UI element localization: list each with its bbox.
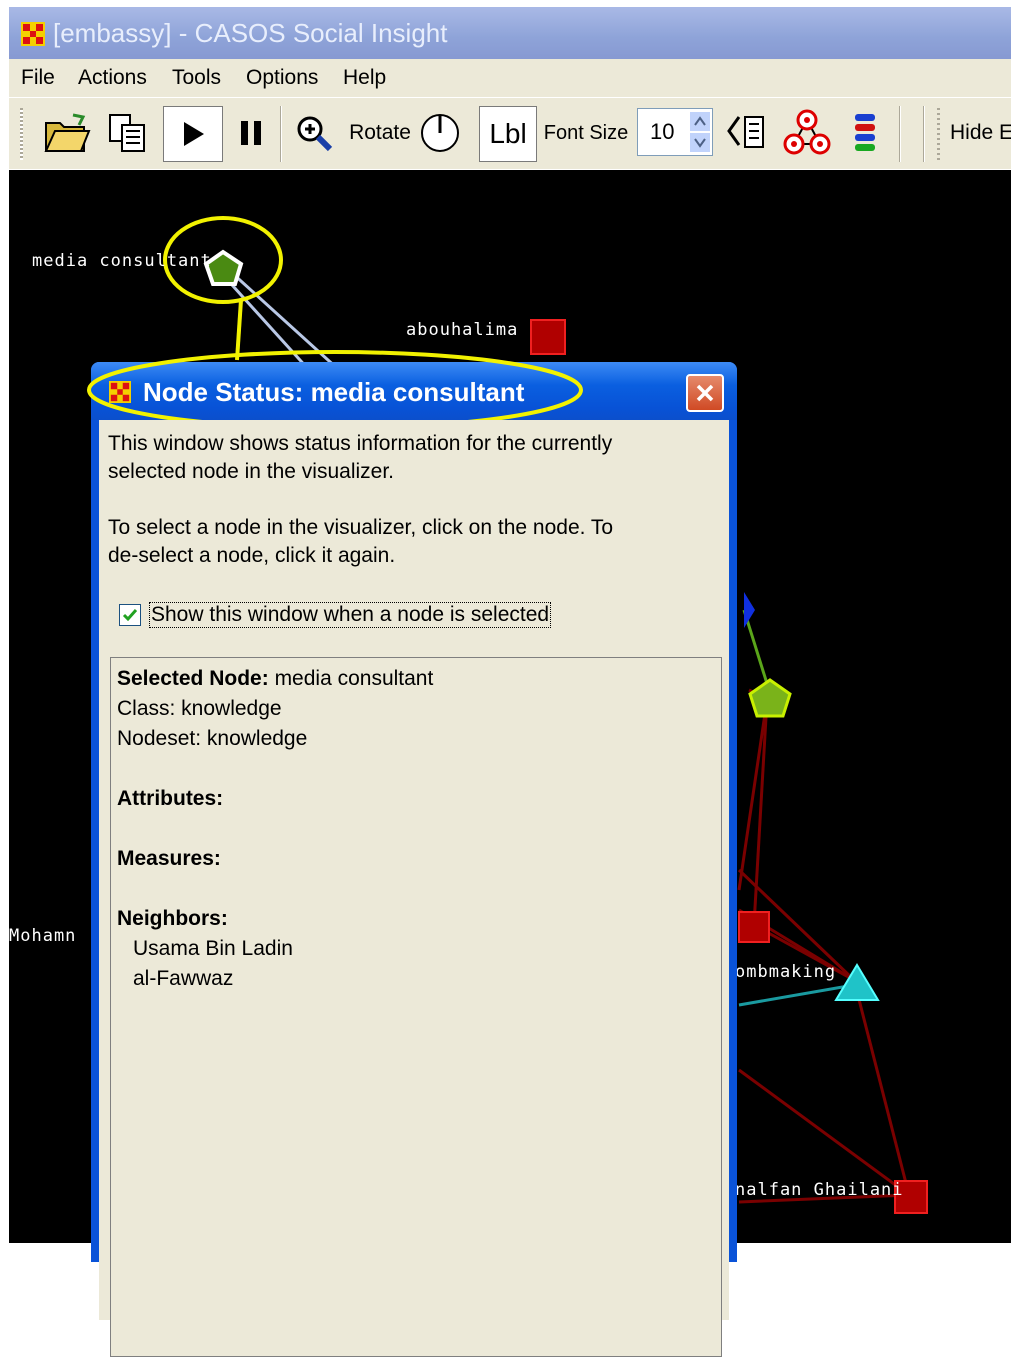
menu-file[interactable]: File bbox=[21, 59, 55, 97]
graph-edge bbox=[742, 609, 771, 691]
zoom-button[interactable] bbox=[290, 104, 338, 162]
open-folder-icon bbox=[44, 113, 91, 152]
checkmark-icon bbox=[122, 609, 138, 622]
node-label-abouhalima: abouhalima bbox=[406, 320, 519, 340]
toolbar-grip[interactable] bbox=[937, 108, 940, 160]
color-legend-icon bbox=[855, 114, 875, 151]
instruction-text: To select a node in the visualizer, clic… bbox=[108, 514, 708, 570]
font-size-spinner[interactable]: 10 bbox=[637, 108, 713, 156]
app-icon bbox=[21, 22, 45, 46]
spinner-arrows-icon[interactable] bbox=[690, 112, 710, 152]
attributes-heading: Attributes: bbox=[117, 787, 224, 810]
close-button[interactable] bbox=[686, 374, 724, 412]
rotate-dial-icon bbox=[421, 114, 459, 152]
show-window-checkbox-label[interactable]: Show this window when a node is selected bbox=[149, 602, 552, 628]
copy-button[interactable] bbox=[101, 104, 153, 162]
dialog-body: This window shows status information for… bbox=[99, 420, 729, 1357]
neighbor-item: al-Fawwaz bbox=[133, 967, 234, 990]
toolbar-separator bbox=[923, 106, 925, 162]
menu-options[interactable]: Options bbox=[246, 59, 318, 97]
main-window-titlebar: [embassy] - CASOS Social Insight bbox=[9, 7, 1011, 59]
graph-edge bbox=[738, 983, 855, 1007]
network-nodes-icon bbox=[783, 109, 831, 155]
font-size-label: Font Size bbox=[543, 121, 629, 144]
graph-edge bbox=[852, 979, 911, 1196]
description-line: This window shows status information for… bbox=[108, 432, 613, 455]
toolbar: Rotate Lbl Font Size 10 Hide E bbox=[9, 97, 1011, 169]
pause-icon bbox=[241, 121, 261, 145]
graph-edge bbox=[738, 1068, 910, 1197]
graph-node-pentagon[interactable] bbox=[748, 678, 792, 718]
node-list-icon bbox=[727, 116, 764, 148]
description-text: This window shows status information for… bbox=[108, 430, 708, 486]
class-line: Class: knowledge bbox=[117, 697, 282, 720]
close-icon bbox=[696, 384, 714, 402]
menu-tools[interactable]: Tools bbox=[172, 59, 221, 97]
measures-heading: Measures: bbox=[117, 847, 221, 870]
show-window-checkbox[interactable] bbox=[119, 604, 141, 626]
node-list-button[interactable] bbox=[721, 104, 773, 162]
zoom-in-icon bbox=[297, 116, 333, 152]
node-label-media-consultant: media consultant bbox=[32, 251, 212, 271]
node-label-ghailani: nalfan Ghailani bbox=[735, 1180, 904, 1200]
node-info-panel: Selected Node: media consultant Class: k… bbox=[110, 657, 722, 1357]
open-folder-button[interactable] bbox=[39, 104, 95, 162]
label-toggle-button[interactable]: Lbl bbox=[479, 106, 537, 162]
selected-node-row: Selected Node: media consultant bbox=[117, 664, 433, 694]
neighbors-heading: Neighbors: bbox=[117, 907, 228, 930]
description-line: selected node in the visualizer. bbox=[108, 460, 395, 483]
play-icon bbox=[184, 122, 204, 146]
window-title: [embassy] - CASOS Social Insight bbox=[53, 18, 448, 48]
nodeset-line: Nodeset: knowledge bbox=[117, 727, 308, 750]
toolbar-separator bbox=[899, 106, 901, 162]
selected-node-value: media consultant bbox=[274, 667, 434, 690]
graph-node-red[interactable] bbox=[738, 911, 770, 943]
show-window-checkbox-row[interactable]: Show this window when a node is selected bbox=[119, 600, 552, 630]
copy-icon bbox=[109, 114, 145, 152]
pause-button[interactable] bbox=[229, 104, 273, 162]
menu-help[interactable]: Help bbox=[343, 59, 386, 97]
instruction-line: To select a node in the visualizer, clic… bbox=[108, 516, 614, 539]
legend-button[interactable] bbox=[843, 104, 887, 162]
rotate-dial[interactable] bbox=[417, 104, 463, 162]
network-layout-button[interactable] bbox=[779, 104, 835, 162]
toolbar-separator bbox=[280, 106, 282, 162]
hide-button[interactable]: Hide E bbox=[950, 104, 1011, 162]
neighbor-item: Usama Bin Ladin bbox=[133, 937, 293, 960]
instruction-line: de-select a node, click it again. bbox=[108, 544, 396, 567]
node-label-mohamn: Mohamn bbox=[9, 926, 77, 946]
selected-node-label: Selected Node: bbox=[117, 667, 269, 690]
rotate-label: Rotate bbox=[349, 121, 411, 144]
node-label-bombmaking: ombmaking bbox=[735, 962, 837, 982]
play-button[interactable] bbox=[163, 106, 223, 162]
node-status-dialog: Node Status: media consultant This windo… bbox=[87, 350, 737, 1357]
toolbar-grip[interactable] bbox=[20, 108, 23, 160]
menu-actions[interactable]: Actions bbox=[78, 59, 147, 97]
font-size-value[interactable]: 10 bbox=[638, 119, 674, 145]
menu-bar: File Actions Tools Options Help bbox=[9, 59, 1011, 97]
